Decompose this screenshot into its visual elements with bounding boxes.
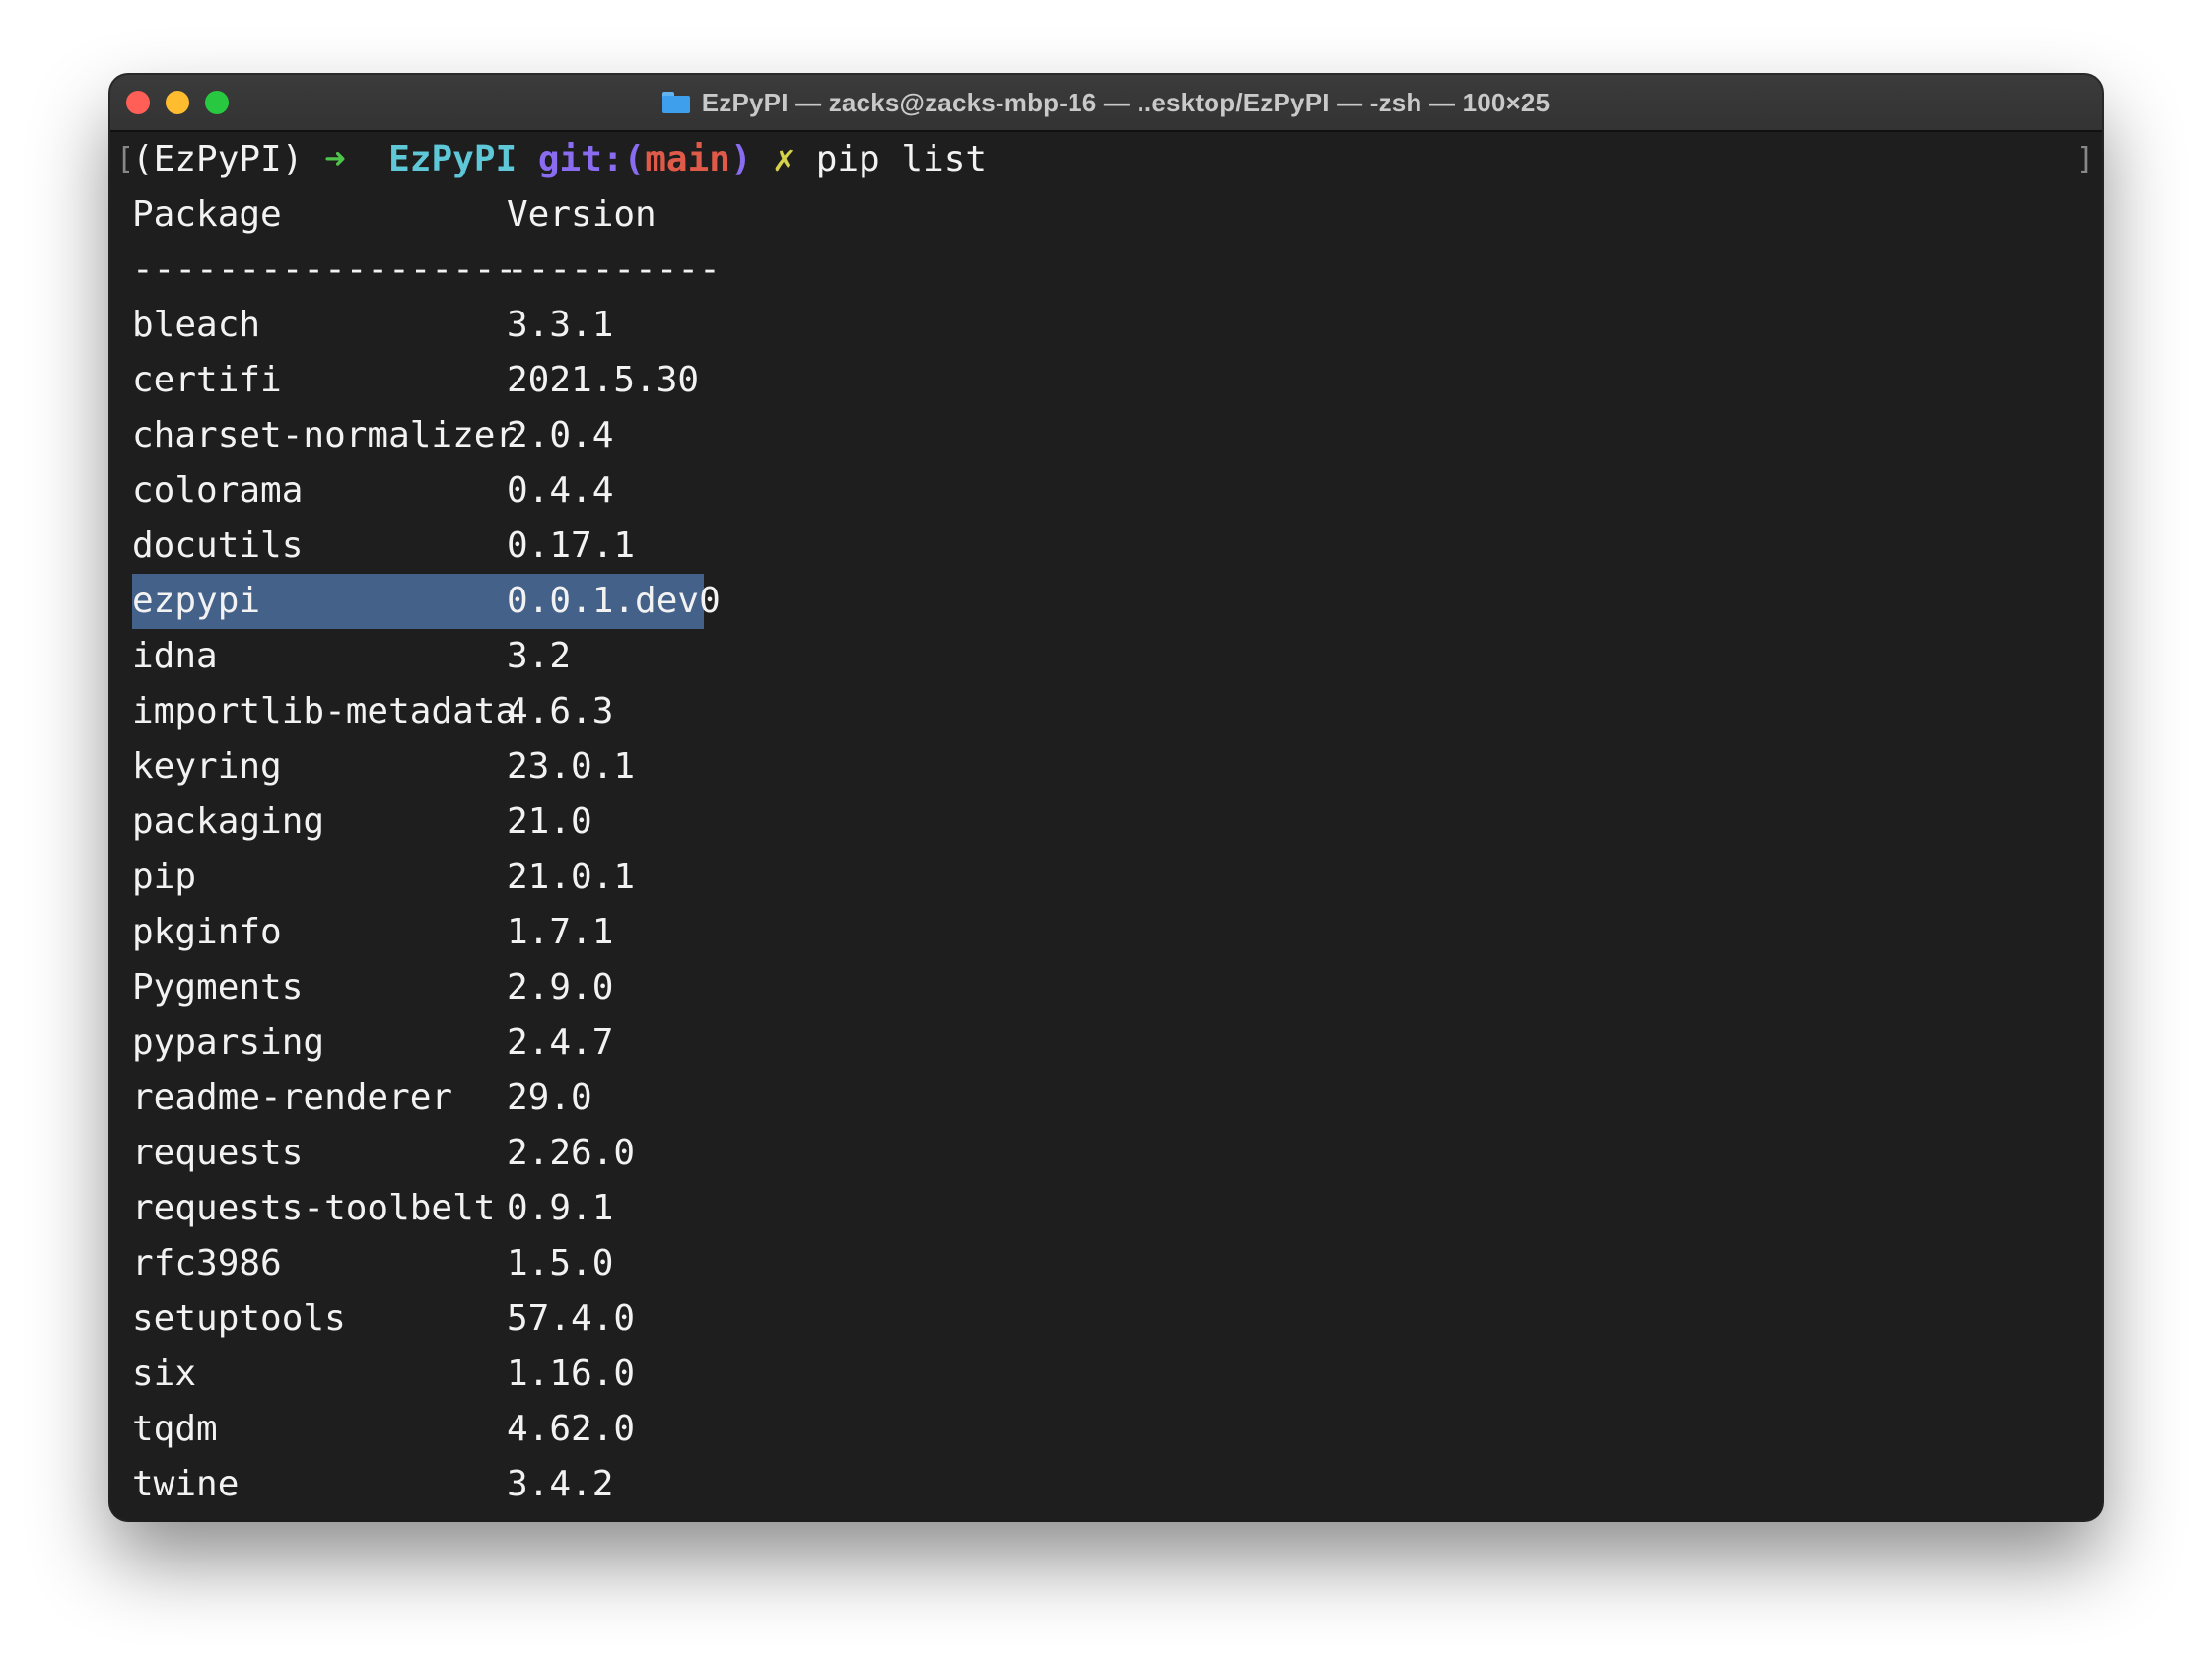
table-row[interactable]: setuptools 57.4.0 [120, 1291, 2092, 1347]
package-name: tqdm [132, 1409, 218, 1449]
prompt-venv: (EzPyPI) [132, 139, 304, 179]
prompt-line: [] (EzPyPI) ➜ EzPyPI git:(main) ✗ pip lis… [116, 132, 2094, 187]
terminal-output[interactable]: [] (EzPyPI) ➜ EzPyPI git:(main) ✗ pip lis… [116, 132, 2094, 1520]
package-version: 2.9.0 [507, 967, 614, 1007]
package-version: 3.4.2 [507, 1464, 614, 1504]
prompt-git-label: git:( [537, 139, 646, 179]
table-row[interactable]: pyparsing 2.4.7 [120, 1015, 2092, 1071]
table-row[interactable]: keyring 23.0.1 [120, 739, 2092, 795]
package-version: 21.0.1 [507, 857, 636, 897]
window-title: EzPyPI — zacks@zacks-mbp-16 — ..esktop/E… [701, 87, 1551, 117]
marker-bracket-right-icon: ] [2075, 142, 2094, 176]
package-name: pkginfo [132, 912, 282, 952]
package-version: 0.0.1.dev0 [507, 581, 721, 621]
package-version: 1.16.0 [507, 1354, 636, 1394]
prompt-directory: EzPyPI [388, 139, 518, 179]
package-name: keyring [132, 746, 282, 787]
package-name: Pygments [132, 967, 304, 1007]
package-name: packaging [132, 801, 325, 842]
package-name: requests [132, 1133, 304, 1173]
terminal-window: EzPyPI — zacks@zacks-mbp-16 — ..esktop/E… [110, 75, 2102, 1520]
table-header-row: Package Version [120, 187, 2092, 243]
package-name: readme-renderer [132, 1077, 453, 1118]
table-separator-row: ------------------ ---------- [120, 243, 2092, 298]
package-version: 57.4.0 [507, 1298, 636, 1339]
table-row[interactable]: twine 3.4.2 [120, 1457, 2092, 1512]
package-version: 2021.5.30 [507, 360, 700, 400]
package-version: 3.3.1 [507, 305, 614, 345]
package-version: 3.2 [507, 636, 572, 676]
table-row[interactable]: importlib-metadata 4.6.3 [120, 684, 2092, 739]
prompt-command: pip list [815, 139, 988, 179]
package-name: pip [132, 857, 197, 897]
package-name: charset-normalizer [132, 415, 518, 455]
title-bar[interactable]: EzPyPI — zacks@zacks-mbp-16 — ..esktop/E… [110, 75, 2102, 132]
separator-version: ---------- [507, 249, 721, 290]
package-version: 1.7.1 [507, 912, 614, 952]
separator-package: ------------------ [132, 249, 518, 290]
prompt-dirty-icon: ✗ [773, 139, 795, 179]
prompt-arrow-icon: ➜ [324, 139, 346, 179]
package-list: bleach 3.3.1 certifi 2021.5.30 charset-norma… [120, 298, 2092, 1512]
table-row[interactable]: tqdm 4.62.0 [120, 1402, 2092, 1457]
package-name: idna [132, 636, 218, 676]
folder-icon [661, 92, 690, 113]
package-version: 0.9.1 [507, 1188, 614, 1228]
table-row[interactable]: bleach 3.3.1 [120, 298, 2092, 353]
package-version: 2.0.4 [507, 415, 614, 455]
package-name: certifi [132, 360, 282, 400]
table-row[interactable]: Pygments 2.9.0 [120, 960, 2092, 1015]
table-row[interactable]: ezpypi 0.0.1.dev0 [120, 574, 2092, 629]
package-name: bleach [132, 305, 261, 345]
package-version: 21.0 [507, 801, 592, 842]
table-row[interactable]: docutils 0.17.1 [120, 519, 2092, 574]
package-version: 0.4.4 [507, 470, 614, 511]
package-version: 23.0.1 [507, 746, 636, 787]
table-row[interactable]: colorama 0.4.4 [120, 463, 2092, 519]
package-name: setuptools [132, 1298, 346, 1339]
table-row[interactable]: idna 3.2 [120, 629, 2092, 684]
package-version: 4.62.0 [507, 1409, 636, 1449]
table-row[interactable]: certifi 2021.5.30 [120, 353, 2092, 408]
package-name: rfc3986 [132, 1243, 282, 1284]
package-name: ezpypi [132, 581, 261, 621]
prompt-git-close: ) [729, 139, 752, 179]
table-row[interactable]: requests 2.26.0 [120, 1126, 2092, 1181]
package-name: pyparsing [132, 1022, 325, 1063]
package-version: 2.4.7 [507, 1022, 614, 1063]
package-version: 0.17.1 [507, 525, 636, 566]
header-package: Package [132, 194, 282, 235]
package-version: 29.0 [507, 1077, 592, 1118]
table-row[interactable]: packaging 21.0 [120, 795, 2092, 850]
window-title-container: EzPyPI — zacks@zacks-mbp-16 — ..esktop/E… [110, 75, 2102, 130]
package-version: 4.6.3 [507, 691, 614, 731]
package-name: importlib-metadata [132, 691, 518, 731]
package-version: 1.5.0 [507, 1243, 614, 1284]
table-row[interactable]: six 1.16.0 [120, 1347, 2092, 1402]
table-row[interactable]: rfc3986 1.5.0 [120, 1236, 2092, 1291]
table-row[interactable]: pkginfo 1.7.1 [120, 905, 2092, 960]
package-name: docutils [132, 525, 304, 566]
package-name: colorama [132, 470, 304, 511]
package-version: 2.26.0 [507, 1133, 636, 1173]
header-version: Version [507, 194, 657, 235]
package-name: twine [132, 1464, 240, 1504]
table-row[interactable]: charset-normalizer 2.0.4 [120, 408, 2092, 463]
table-row[interactable]: pip 21.0.1 [120, 850, 2092, 905]
table-row[interactable]: requests-toolbelt 0.9.1 [120, 1181, 2092, 1236]
package-name: six [132, 1354, 197, 1394]
prompt-branch: main [645, 139, 730, 179]
package-name: requests-toolbelt [132, 1188, 496, 1228]
table-row[interactable]: readme-renderer 29.0 [120, 1071, 2092, 1126]
